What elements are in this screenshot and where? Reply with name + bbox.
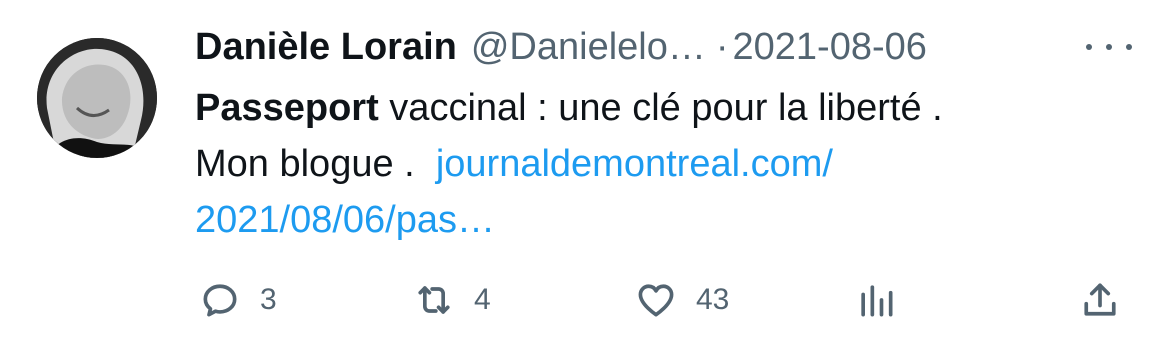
tweet-text-rest: vaccinal : une clé pour la liberté . bbox=[378, 87, 943, 129]
avatar[interactable] bbox=[37, 38, 157, 158]
like-count: 43 bbox=[696, 283, 730, 316]
tweet-link-part1[interactable]: journaldemontreal.com/ bbox=[436, 136, 833, 192]
separator-dot: · bbox=[715, 25, 729, 68]
views-button[interactable] bbox=[854, 275, 898, 325]
reply-count: 3 bbox=[260, 283, 277, 316]
tweet-card[interactable]: Danièle Lorain @Danielelo… · 2021-08-06 … bbox=[0, 0, 1170, 358]
retweet-icon bbox=[418, 286, 450, 314]
author-handle[interactable]: @Danielelo… bbox=[471, 26, 706, 69]
tweet-text: Passeport vaccinal : une clé pour la lib… bbox=[195, 80, 1135, 248]
tweet-line-2: Mon blogue . journaldemontreal.com/ bbox=[195, 136, 1135, 192]
reply-icon bbox=[203, 284, 237, 317]
tweet-text-line2: Mon blogue . bbox=[195, 143, 415, 185]
more-button[interactable] bbox=[1086, 30, 1132, 64]
like-button[interactable]: 43 bbox=[634, 275, 729, 325]
tweet-header: Danièle Lorain @Danielelo… · 2021-08-06 bbox=[195, 22, 927, 72]
author-name[interactable]: Danièle Lorain bbox=[195, 26, 457, 69]
more-horizontal-icon bbox=[1086, 44, 1092, 50]
share-button[interactable] bbox=[1078, 275, 1122, 325]
views-chart-icon bbox=[861, 285, 893, 317]
heart-icon bbox=[638, 284, 674, 317]
avatar-photo bbox=[37, 38, 157, 158]
tweet-date[interactable]: 2021-08-06 bbox=[733, 26, 927, 69]
share-icon bbox=[1084, 283, 1116, 316]
action-bar: 3 4 43 bbox=[190, 275, 1140, 325]
tweet-bold-word: Passeport bbox=[195, 87, 379, 129]
tweet-link-part2[interactable]: 2021/08/06/pas… bbox=[195, 192, 1135, 248]
reply-button[interactable]: 3 bbox=[198, 275, 277, 325]
retweet-count: 4 bbox=[474, 283, 491, 316]
tweet-line-1: Passeport vaccinal : une clé pour la lib… bbox=[195, 80, 1135, 136]
retweet-button[interactable]: 4 bbox=[412, 275, 491, 325]
